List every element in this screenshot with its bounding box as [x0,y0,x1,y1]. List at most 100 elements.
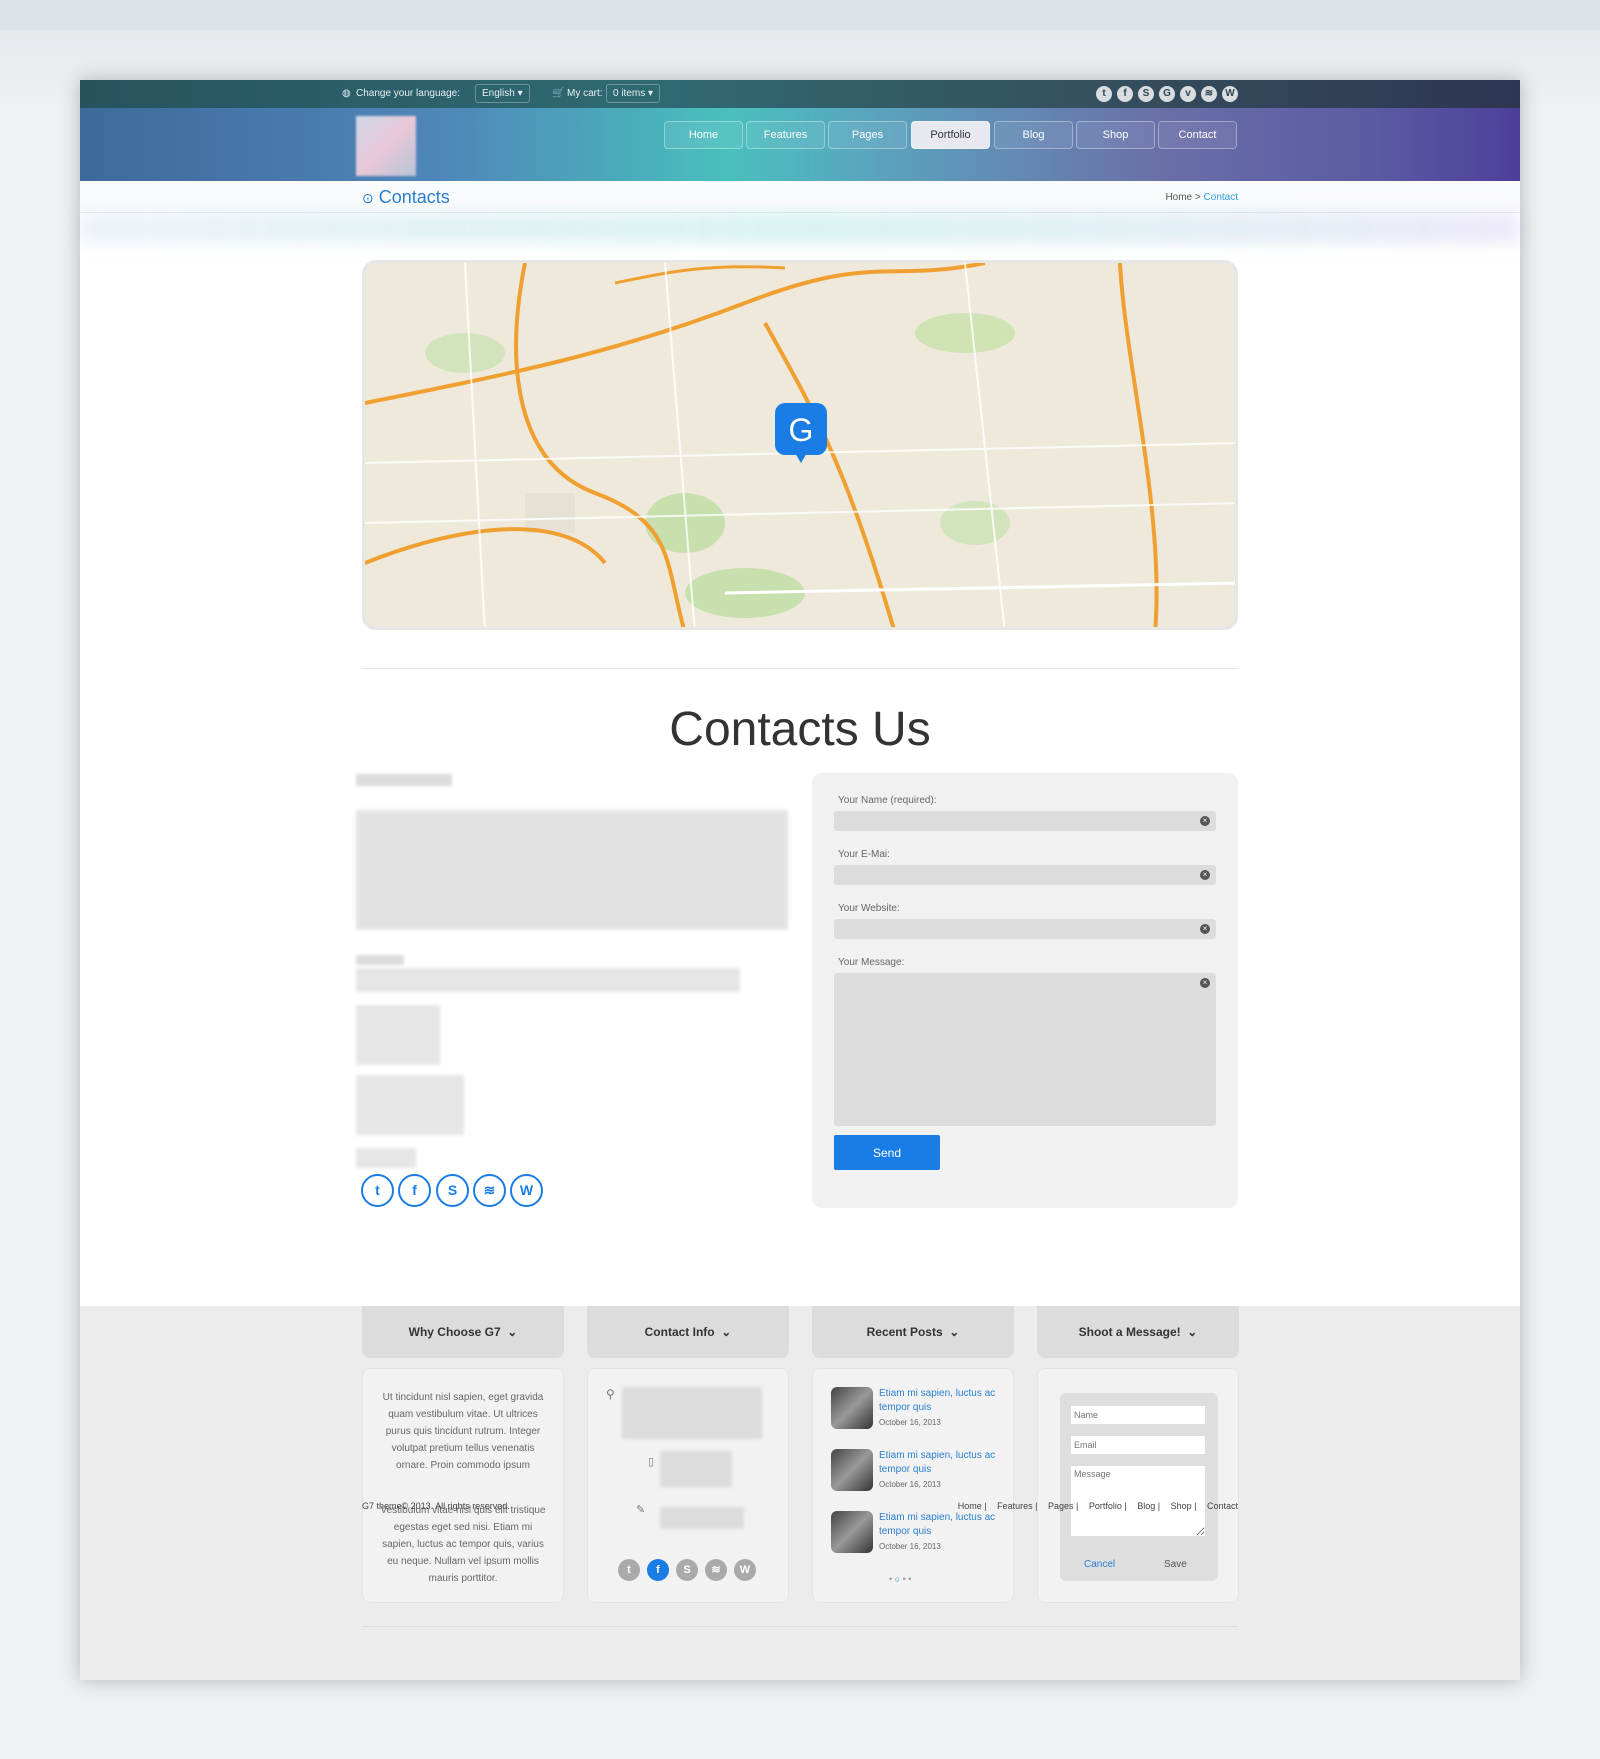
save-button[interactable]: Save [1164,1559,1187,1570]
skype-icon[interactable]: S [1138,86,1154,102]
redacted-text [660,1451,732,1487]
post-title[interactable]: Etiam mi sapien, luctus ac tempor quis [879,1449,1011,1477]
footer-link-home[interactable]: Home [958,1501,982,1511]
nav-portfolio[interactable]: Portfolio [911,121,990,149]
globe-icon: ◍ [342,88,351,99]
skype-icon[interactable]: S [436,1174,469,1207]
widget-header-posts[interactable]: Recent Posts ⌄ [812,1306,1014,1358]
footer-divider [362,1626,1238,1627]
why-text: Vestibulum vitae nisl quis elit tristiqu… [380,1505,546,1584]
page-card: ◍ Change your language: English ▾ 🛒 My c… [80,80,1520,1680]
skype-icon[interactable]: S [676,1559,698,1581]
divider [362,668,1238,669]
clear-icon[interactable]: × [1200,870,1210,880]
why-text: Ut tincidunt nisl sapien, eget gravida q… [382,1392,544,1471]
rss-icon[interactable]: ≋ [473,1174,506,1207]
nav-contact[interactable]: Contact [1158,121,1237,149]
twitter-icon[interactable]: t [618,1559,640,1581]
pagination-dots[interactable]: • ○ • • [889,1574,911,1584]
widget-title: Shoot a Message! [1078,1325,1181,1339]
footer-link-contact[interactable]: Contact [1207,1501,1238,1511]
name-field[interactable]: × [834,811,1216,831]
nav-blog[interactable]: Blog [994,121,1073,149]
post-item[interactable]: Etiam mi sapien, luctus ac tempor quis Oc… [831,1511,1011,1561]
post-item[interactable]: Etiam mi sapien, luctus ac tempor quis Oc… [831,1449,1011,1499]
footer-link-pages[interactable]: Pages [1048,1501,1074,1511]
breadcrumb-bar: ⊙ Contacts Home > Contact [80,181,1520,213]
wordpress-icon[interactable]: W [1222,86,1238,102]
mini-name-input[interactable] [1070,1405,1206,1425]
svg-text:G: G [789,412,814,448]
logo[interactable] [356,116,416,176]
email-field[interactable]: × [834,865,1216,885]
post-title[interactable]: Etiam mi sapien, luctus ac tempor quis [879,1387,1011,1415]
edit-icon: ✎ [636,1504,646,1516]
cart-select[interactable]: 0 items ▾ [606,84,661,103]
wordpress-icon[interactable]: W [510,1174,543,1207]
nav-shop[interactable]: Shop [1076,121,1155,149]
map[interactable]: G [362,260,1238,630]
why-widget: Ut tincidunt nisl sapien, eget gravida q… [362,1368,564,1603]
contact-heading: Contacts Us [669,703,931,756]
rss-icon[interactable]: ≋ [1201,86,1217,102]
recent-posts-widget: Etiam mi sapien, luctus ac tempor quis Oc… [812,1368,1014,1603]
name-label: Your Name (required): [838,795,937,806]
widget-title: Why Choose G7 [408,1325,501,1339]
clear-icon[interactable]: × [1200,978,1210,988]
language-value: English [482,88,515,99]
page-title: Contacts [378,187,450,207]
nav-pages[interactable]: Pages [828,121,907,149]
contact-form: Your Name (required): × Your E-Mai: × Yo… [812,773,1238,1208]
footer-link-features[interactable]: Features [997,1501,1033,1511]
redacted-text [356,774,452,786]
twitter-icon[interactable]: t [1096,86,1112,102]
footer-link-shop[interactable]: Shop [1171,1501,1192,1511]
website-label: Your Website: [838,903,900,914]
language-select[interactable]: English ▾ [475,84,530,103]
redacted-text [356,1005,440,1065]
footer-link-blog[interactable]: Blog [1137,1501,1155,1511]
email-label: Your E-Mai: [838,849,890,860]
footer-link-portfolio[interactable]: Portfolio [1089,1501,1122,1511]
post-thumbnail [831,1449,873,1491]
rss-icon[interactable]: ≋ [705,1559,727,1581]
breadcrumb: Home > Contact [1165,192,1238,203]
send-button[interactable]: Send [834,1135,940,1170]
facebook-icon[interactable]: f [647,1559,669,1581]
top-bar: ◍ Change your language: English ▾ 🛒 My c… [80,80,1520,108]
website-field[interactable]: × [834,919,1216,939]
facebook-icon[interactable]: f [1117,86,1133,102]
widget-header-contact[interactable]: Contact Info ⌄ [587,1306,789,1358]
nav-features[interactable]: Features [746,121,825,149]
breadcrumb-current: Contact [1203,192,1238,203]
google-plus-icon[interactable]: G [1159,86,1175,102]
breadcrumb-home[interactable]: Home [1165,192,1192,203]
twitter-icon[interactable]: t [361,1174,394,1207]
post-item[interactable]: Etiam mi sapien, luctus ac tempor quis Oc… [831,1387,1011,1437]
phone-icon: ▯ [648,1456,655,1468]
clear-icon[interactable]: × [1200,924,1210,934]
clear-icon[interactable]: × [1200,816,1210,826]
post-title[interactable]: Etiam mi sapien, luctus ac tempor quis [879,1511,1011,1539]
copyright: G7 theme© 2013. All rights reserved. [362,1501,510,1511]
mini-email-input[interactable] [1070,1435,1206,1455]
widget-title: Contact Info [644,1325,715,1339]
message-field[interactable]: × [834,973,1216,1126]
message-label: Your Message: [838,957,905,968]
nav-home[interactable]: Home [664,121,743,149]
footer-links: Home | Features | Pages | Portfolio | Bl… [957,1501,1238,1511]
wordpress-icon[interactable]: W [734,1559,756,1581]
widget-header-message[interactable]: Shoot a Message! ⌄ [1037,1306,1239,1358]
header-glow [80,213,1520,243]
vimeo-icon[interactable]: v [1180,86,1196,102]
mini-form: Cancel Save [1060,1393,1218,1581]
cart-icon: 🛒 [552,88,565,99]
widget-header-why[interactable]: Why Choose G7 ⌄ [362,1306,564,1358]
location-icon: ⚲ [606,1387,615,1401]
cart-value: 0 items [613,88,646,99]
cancel-button[interactable]: Cancel [1084,1559,1115,1570]
footer: Why Choose G7 ⌄ Contact Info ⌄ Recent Po… [80,1306,1520,1680]
message-widget: Cancel Save [1037,1368,1239,1603]
facebook-icon[interactable]: f [398,1174,431,1207]
redacted-text [356,955,404,965]
